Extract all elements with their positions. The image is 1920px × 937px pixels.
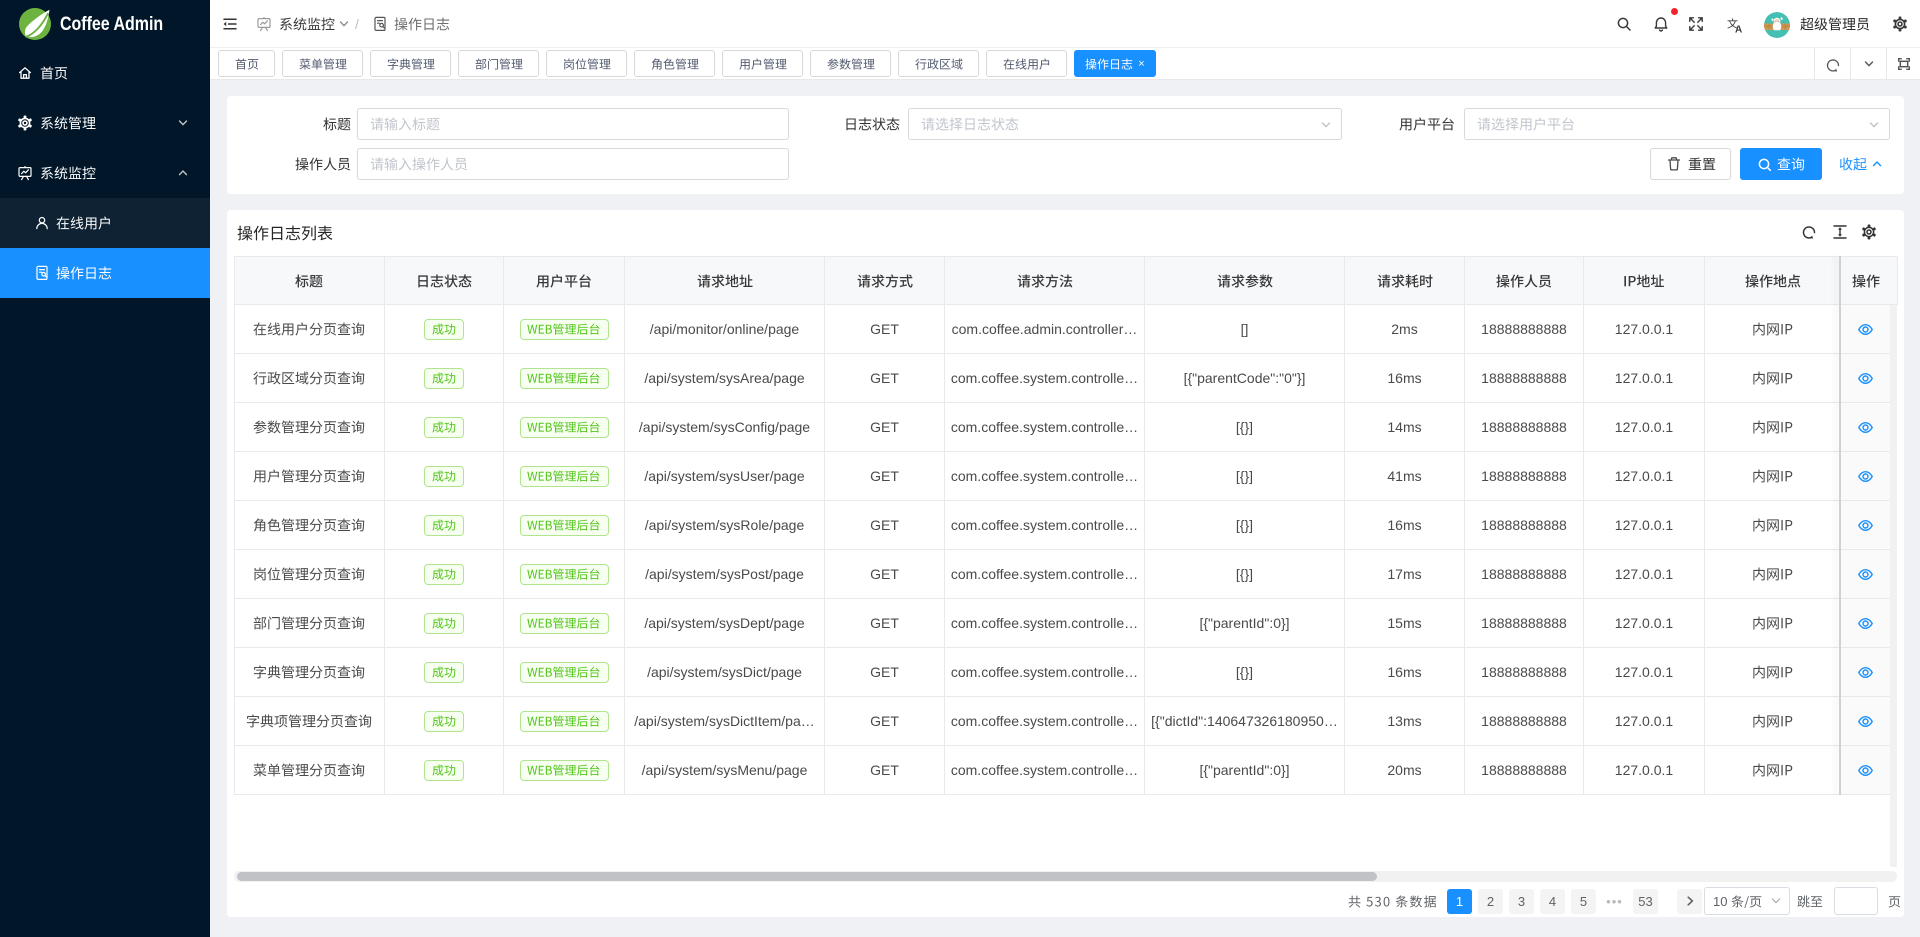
svg-text:A: A <box>1735 25 1742 35</box>
